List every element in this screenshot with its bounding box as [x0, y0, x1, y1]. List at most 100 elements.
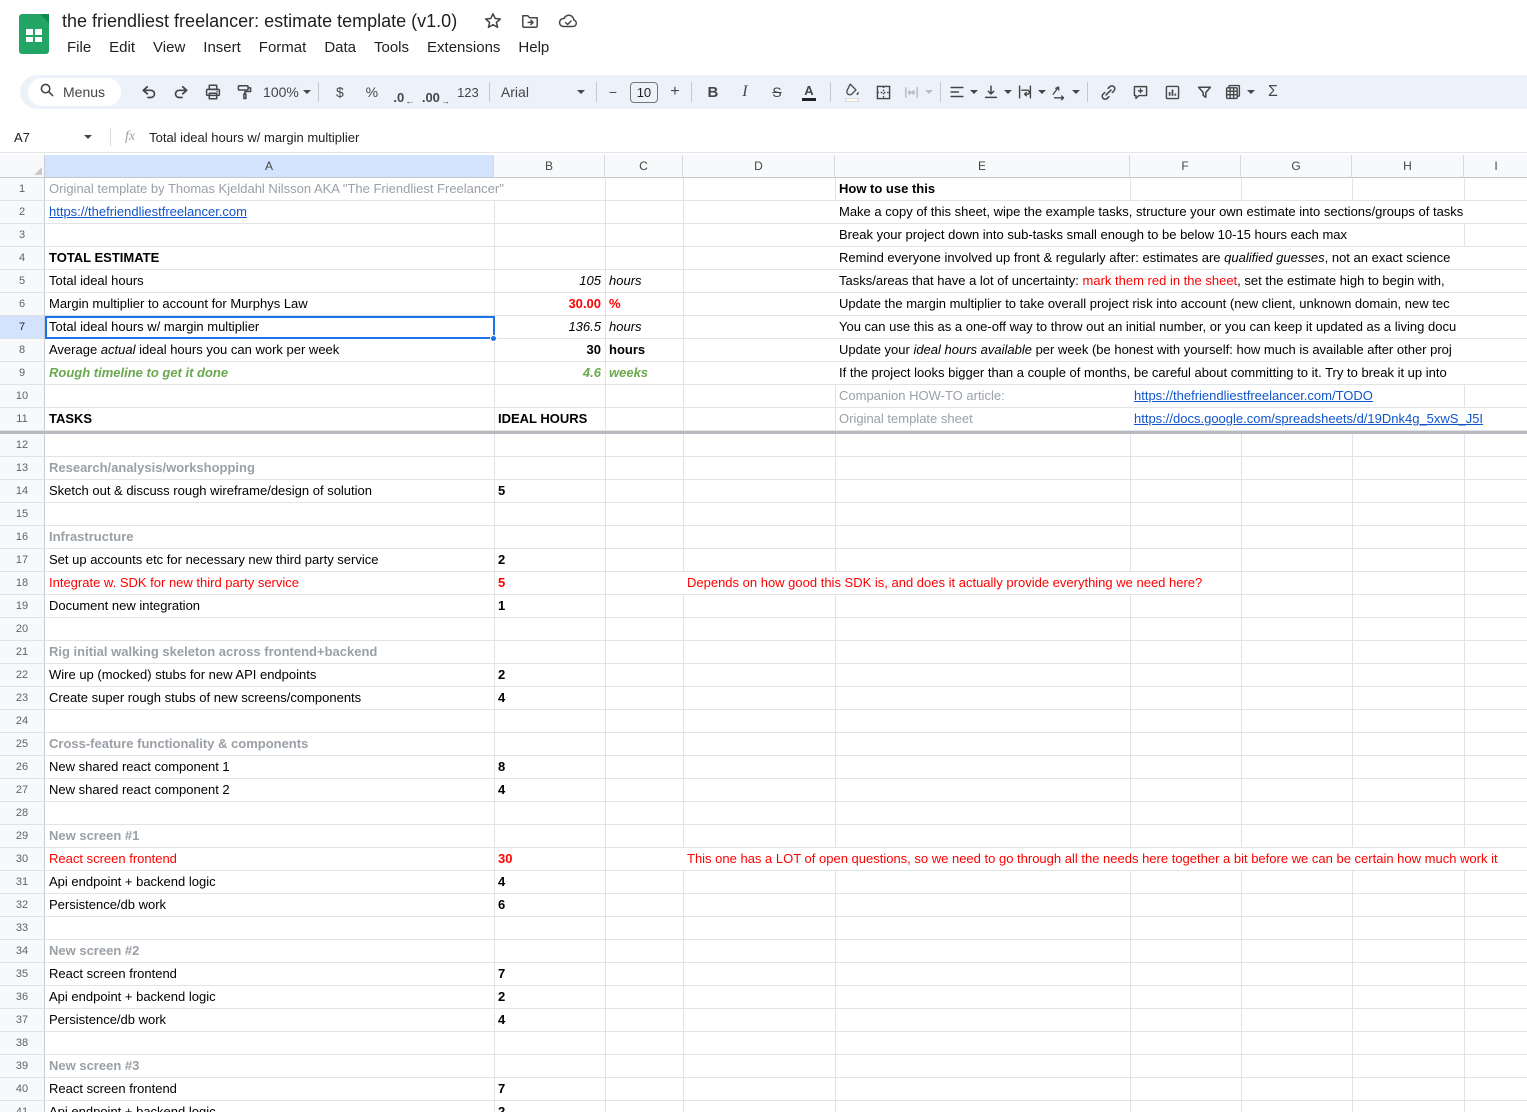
format-currency-button[interactable]: $	[324, 79, 356, 105]
col-header-B[interactable]: B	[494, 155, 605, 178]
menu-file[interactable]: File	[58, 36, 100, 59]
menu-view[interactable]: View	[144, 36, 194, 59]
cell-A39[interactable]: New screen #3	[45, 1055, 494, 1077]
cell-A5[interactable]: Total ideal hours	[45, 270, 494, 292]
decrease-decimals-button[interactable]: .0 ←	[388, 79, 420, 106]
functions-button[interactable]: Σ	[1257, 79, 1289, 105]
row-header-39[interactable]: 39	[0, 1055, 45, 1078]
redo-button[interactable]	[165, 79, 197, 105]
row-header-19[interactable]: 19	[0, 595, 45, 618]
cell-E9[interactable]: If the project looks bigger than a coupl…	[835, 362, 1527, 384]
cell-B41[interactable]: 2	[494, 1101, 605, 1112]
cell-B5[interactable]: 105	[494, 270, 605, 292]
row-header-21[interactable]: 21	[0, 641, 45, 664]
increase-decimals-button[interactable]: .00 →	[420, 79, 452, 106]
font-size-input[interactable]: 10	[629, 81, 658, 103]
cell-A36[interactable]: Api endpoint + backend logic	[45, 986, 494, 1008]
cell-E5[interactable]: Tasks/areas that have a lot of uncertain…	[835, 270, 1527, 292]
cell-A14[interactable]: Sketch out & discuss rough wireframe/des…	[45, 480, 494, 502]
cell-B30[interactable]: 30	[494, 848, 605, 870]
insert-comment-button[interactable]	[1125, 79, 1157, 105]
cell-A23[interactable]: Create super rough stubs of new screens/…	[45, 687, 494, 709]
cell-A25[interactable]: Cross-feature functionality & components	[45, 733, 494, 755]
cell-B8[interactable]: 30	[494, 339, 605, 361]
fill-color-button[interactable]	[836, 79, 868, 105]
col-header-I[interactable]: I	[1464, 155, 1527, 178]
cell-B40[interactable]: 7	[494, 1078, 605, 1100]
text-color-button[interactable]: A	[793, 79, 825, 105]
row-header-38[interactable]: 38	[0, 1032, 45, 1055]
cell-E11[interactable]: Original template sheet	[835, 408, 1130, 430]
zoom-selector[interactable]: 100%	[261, 79, 313, 105]
menu-format[interactable]: Format	[250, 36, 316, 59]
cell-B23[interactable]: 4	[494, 687, 605, 709]
more-formats-button[interactable]: 123	[452, 79, 484, 105]
col-header-E[interactable]: E	[835, 155, 1130, 178]
move-to-folder-icon[interactable]	[520, 11, 540, 31]
row-header-25[interactable]: 25	[0, 733, 45, 756]
cell-A17[interactable]: Set up accounts etc for necessary new th…	[45, 549, 494, 571]
cell-A37[interactable]: Persistence/db work	[45, 1009, 494, 1031]
undo-button[interactable]	[133, 79, 165, 105]
fill-handle[interactable]	[490, 335, 497, 342]
text-rotation-button[interactable]	[1048, 79, 1082, 105]
cell-F10[interactable]: https://thefriendliestfreelancer.com/TOD…	[1130, 385, 1464, 407]
row-header-3[interactable]: 3	[0, 224, 45, 247]
cell-A18[interactable]: Integrate w. SDK for new third party ser…	[45, 572, 494, 594]
cell-C8[interactable]: hours	[605, 339, 683, 361]
font-family-selector[interactable]: Arial	[499, 79, 587, 105]
col-header-A[interactable]: A	[45, 155, 494, 178]
cell-A30[interactable]: React screen frontend	[45, 848, 494, 870]
row-header-41[interactable]: 41	[0, 1101, 45, 1112]
row-header-36[interactable]: 36	[0, 986, 45, 1009]
cell-A16[interactable]: Infrastructure	[45, 526, 494, 548]
row-header-26[interactable]: 26	[0, 756, 45, 779]
cell-E8[interactable]: Update your ideal hours available per we…	[835, 339, 1527, 361]
row-header-16[interactable]: 16	[0, 526, 45, 549]
col-header-D[interactable]: D	[683, 155, 835, 178]
row-header-9[interactable]: 9	[0, 362, 45, 385]
cell-F11[interactable]: https://docs.google.com/spreadsheets/d/1…	[1130, 408, 1527, 430]
cell-B32[interactable]: 6	[494, 894, 605, 916]
row-header-31[interactable]: 31	[0, 871, 45, 894]
cell-B36[interactable]: 2	[494, 986, 605, 1008]
menu-help[interactable]: Help	[509, 36, 558, 59]
cell-B9[interactable]: 4.6	[494, 362, 605, 384]
cell-B35[interactable]: 7	[494, 963, 605, 985]
cell-B14[interactable]: 5	[494, 480, 605, 502]
cell-E4[interactable]: Remind everyone involved up front & regu…	[835, 247, 1527, 269]
row-header-15[interactable]: 15	[0, 503, 45, 526]
text-wrapping-button[interactable]	[1014, 79, 1048, 105]
row-header-2[interactable]: 2	[0, 201, 45, 224]
paint-format-button[interactable]	[229, 79, 261, 105]
row-header-12[interactable]: 12	[0, 434, 45, 457]
star-icon[interactable]	[483, 11, 503, 31]
borders-button[interactable]	[868, 79, 900, 105]
cell-A1[interactable]: Original template by Thomas Kjeldahl Nil…	[45, 178, 605, 200]
cell-E7[interactable]: You can use this as a one-off way to thr…	[835, 316, 1527, 338]
merge-cells-button[interactable]	[900, 79, 935, 105]
cell-A32[interactable]: Persistence/db work	[45, 894, 494, 916]
formula-input[interactable]: Total ideal hours w/ margin multiplier	[149, 130, 359, 145]
row-header-37[interactable]: 37	[0, 1009, 45, 1032]
row-header-11[interactable]: 11	[0, 408, 45, 431]
row-header-10[interactable]: 10	[0, 385, 45, 408]
cell-A29[interactable]: New screen #1	[45, 825, 494, 847]
cell-B26[interactable]: 8	[494, 756, 605, 778]
col-header-F[interactable]: F	[1130, 155, 1241, 178]
cell-C9[interactable]: weeks	[605, 362, 683, 384]
increase-font-size-button[interactable]: +	[664, 79, 686, 105]
row-header-5[interactable]: 5	[0, 270, 45, 293]
cell-A13[interactable]: Research/analysis/workshopping	[45, 457, 494, 479]
row-header-6[interactable]: 6	[0, 293, 45, 316]
cell-A31[interactable]: Api endpoint + backend logic	[45, 871, 494, 893]
cell-E6[interactable]: Update the margin multiplier to take ove…	[835, 293, 1527, 315]
create-filter-button[interactable]	[1189, 79, 1221, 105]
col-header-H[interactable]: H	[1352, 155, 1464, 178]
print-button[interactable]	[197, 79, 229, 105]
cell-B22[interactable]: 2	[494, 664, 605, 686]
select-all-corner[interactable]	[0, 155, 45, 178]
cell-A9[interactable]: Rough timeline to get it done	[45, 362, 494, 384]
col-header-C[interactable]: C	[605, 155, 683, 178]
cell-B31[interactable]: 4	[494, 871, 605, 893]
